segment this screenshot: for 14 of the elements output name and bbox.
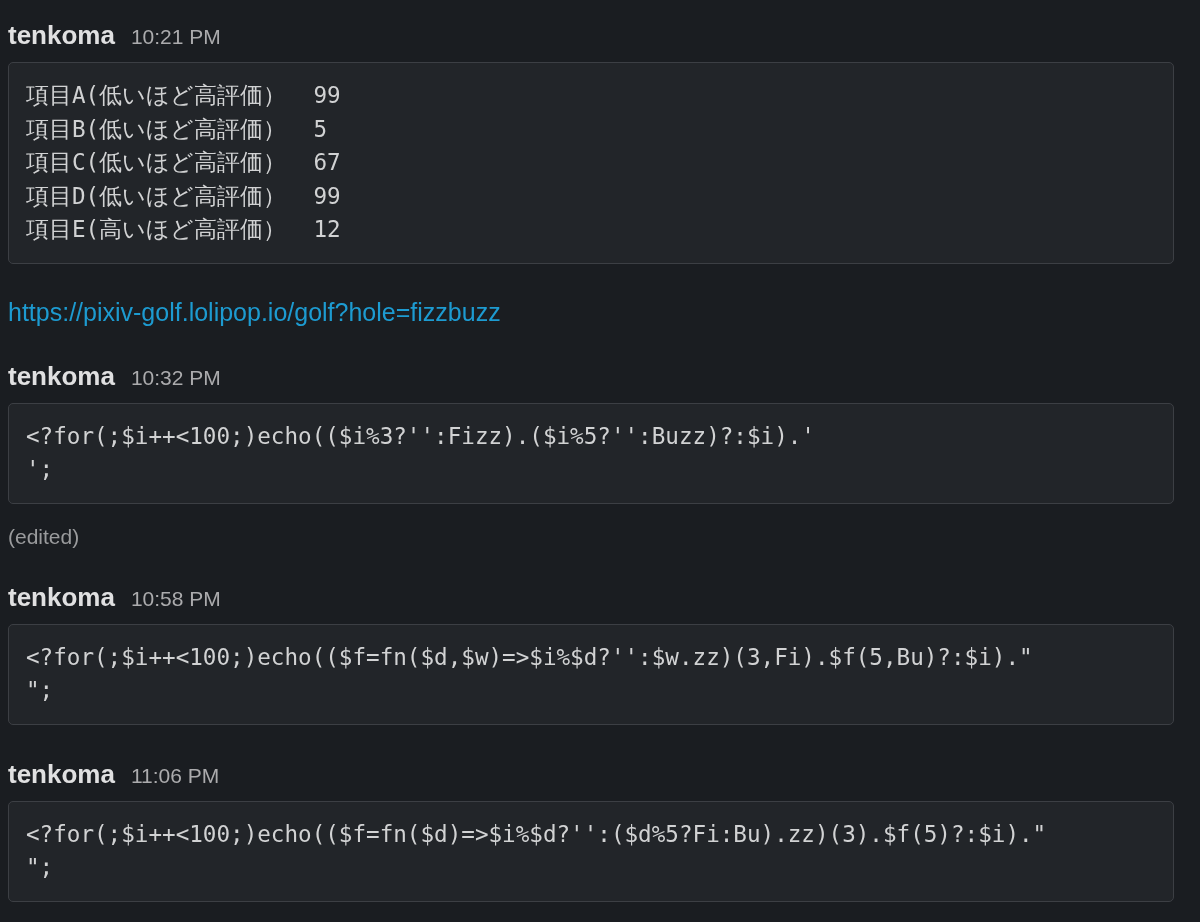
author-name[interactable]: tenkoma <box>8 20 115 50</box>
message-time[interactable]: 10:58 PM <box>130 583 221 614</box>
message-time[interactable]: 10:32 PM <box>130 362 221 393</box>
author-name[interactable]: tenkoma <box>8 581 115 612</box>
author-name[interactable]: tenkoma <box>8 758 115 789</box>
author-name[interactable]: tenkoma <box>8 360 115 391</box>
code-block: <?for(;$i++<100;)echo(($f=fn($d)=>$i%$d?'':($d%5?Fi:Bu).zz)(3).$f(5)?:$i)." "; <box>8 800 1174 902</box>
edited-label: (edited) <box>8 524 80 548</box>
code-block: 項目A(低いほど高評価） 99 項目B(低いほど高評価） 5 項目C(低いほど高評価） 67 項目D(低いほど高評価） 99 項目E(高いほど高評価） 12 <box>8 62 1174 264</box>
code-block: <?for(;$i++<100;)echo(($f=fn($d,$w)=>$i%$d?'':$w.zz)(3,Fi).$f(5,Bu)?:$i)." "; <box>8 623 1174 725</box>
code-block: <?for(;$i++<100;)echo(($i%3?'':Fizz).($i%5?'':Buzz)?:$i).' '; <box>8 402 1174 504</box>
message-time[interactable]: 10:21 PM <box>130 22 221 52</box>
message-link[interactable]: https://pixiv-golf.lolipop.io/golf?hole=fizzbuzz <box>8 297 501 326</box>
message-time[interactable]: 11:06 PM <box>130 760 220 791</box>
